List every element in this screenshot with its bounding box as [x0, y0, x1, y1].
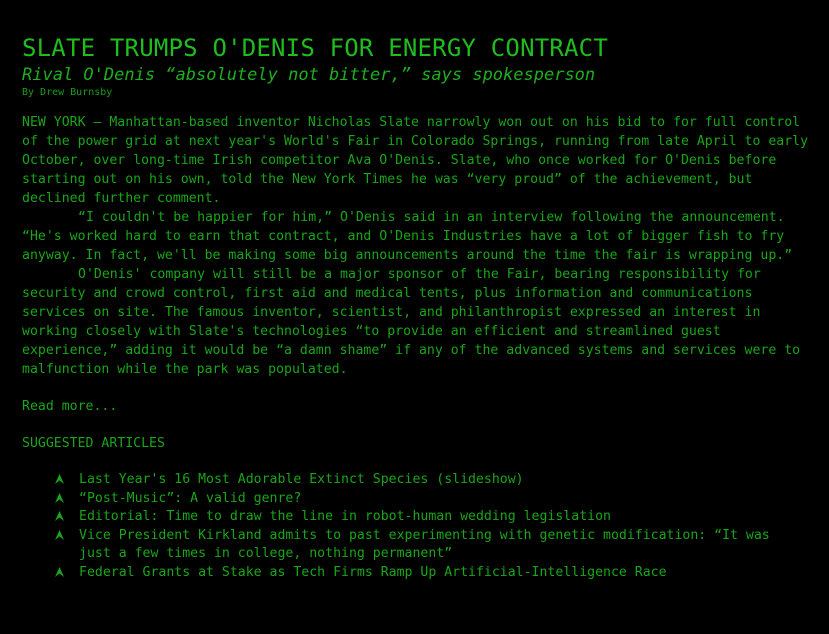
- headline: SLATE TRUMPS O'DENIS FOR ENERGY CONTRACT: [22, 34, 608, 62]
- article-body: NEW YORK – Manhattan-based inventor Nich…: [22, 113, 822, 379]
- article-paragraph: “I couldn't be happier for him,” O'Denis…: [22, 210, 793, 263]
- suggested-article-link[interactable]: Last Year's 16 Most Adorable Extinct Spe…: [79, 472, 524, 487]
- arrow-up-bullet-icon: [55, 529, 64, 540]
- article-paragraph: NEW YORK – Manhattan-based inventor Nich…: [22, 115, 809, 206]
- list-item: Vice President Kirkland admits to past e…: [54, 527, 792, 564]
- arrow-up-bullet-icon: [55, 492, 64, 503]
- arrow-up-bullet-icon: [55, 511, 64, 521]
- list-item: Last Year's 16 Most Adorable Extinct Spe…: [54, 471, 792, 490]
- suggested-article-link[interactable]: Federal Grants at Stake as Tech Firms Ra…: [79, 565, 667, 580]
- arrow-up-bullet-icon: [55, 566, 64, 577]
- list-item: Federal Grants at Stake as Tech Firms Ra…: [54, 564, 792, 583]
- list-item: Editorial: Time to draw the line in robo…: [54, 508, 792, 527]
- read-more-link[interactable]: Read more...: [22, 397, 117, 416]
- suggested-articles-heading: SUGGESTED ARTICLES: [22, 436, 165, 451]
- article-paragraph: O'Denis' company will still be a major s…: [22, 267, 801, 377]
- suggested-article-link[interactable]: Editorial: Time to draw the line in robo…: [79, 509, 611, 524]
- subheadline: Rival O'Denis “absolutely not bitter,” s…: [22, 65, 596, 85]
- suggested-articles-list: Last Year's 16 Most Adorable Extinct Spe…: [22, 471, 792, 582]
- byline: By Drew Burnsby: [22, 87, 113, 98]
- suggested-article-link[interactable]: Vice President Kirkland admits to past e…: [79, 528, 770, 562]
- suggested-article-link[interactable]: “Post-Music”: A valid genre?: [79, 491, 301, 506]
- arrow-up-bullet-icon: [55, 474, 64, 484]
- article-page: SLATE TRUMPS O'DENIS FOR ENERGY CONTRACT…: [0, 0, 808, 582]
- list-item: “Post-Music”: A valid genre?: [54, 490, 792, 509]
